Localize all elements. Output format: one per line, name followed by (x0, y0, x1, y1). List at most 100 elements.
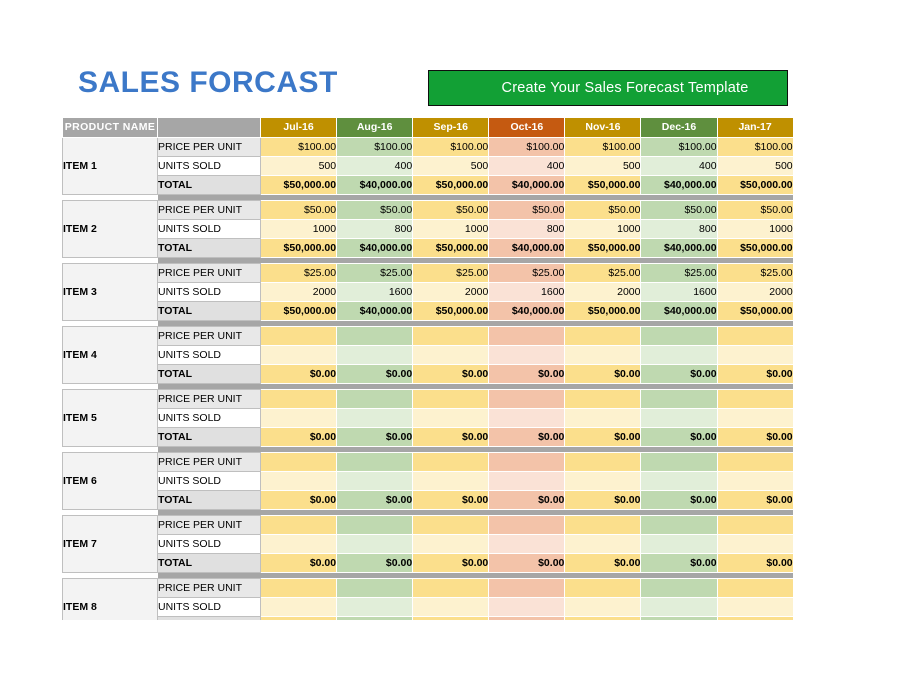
cell-price[interactable]: $50.00 (640, 200, 718, 220)
cell-price[interactable] (564, 389, 642, 409)
cell-price[interactable] (488, 578, 566, 598)
cell-total[interactable]: $0.00 (716, 427, 794, 447)
cell-total[interactable]: $0.00 (640, 490, 718, 510)
cell-units[interactable]: 400 (640, 156, 718, 176)
cell-total[interactable]: $50,000.00 (564, 175, 642, 195)
cell-total[interactable]: $0.00 (336, 553, 414, 573)
cell-units[interactable] (336, 408, 414, 428)
cell-units[interactable] (640, 597, 718, 617)
cell-total[interactable]: $40,000.00 (336, 238, 414, 258)
cell-price[interactable] (336, 578, 414, 598)
create-template-button[interactable]: Create Your Sales Forecast Template (428, 70, 788, 106)
cell-price[interactable] (412, 515, 490, 535)
cell-price[interactable] (336, 389, 414, 409)
cell-units[interactable] (412, 471, 490, 491)
cell-price[interactable] (259, 578, 338, 598)
item-name-cell[interactable]: ITEM 1 (62, 137, 158, 195)
cell-price[interactable]: $100.00 (564, 137, 642, 157)
cell-total[interactable]: $50,000.00 (412, 175, 490, 195)
cell-units[interactable] (412, 534, 490, 554)
cell-total[interactable]: $0.00 (336, 364, 414, 384)
cell-price[interactable]: $25.00 (336, 263, 414, 283)
cell-total[interactable]: $40,000.00 (488, 175, 566, 195)
cell-total[interactable]: $0.00 (640, 364, 718, 384)
cell-total[interactable]: $0.00 (412, 490, 490, 510)
cell-units[interactable]: 500 (412, 156, 490, 176)
cell-total[interactable]: $50,000.00 (259, 175, 338, 195)
cell-total[interactable]: $40,000.00 (336, 175, 414, 195)
cell-price[interactable] (640, 452, 718, 472)
cell-units[interactable] (640, 408, 718, 428)
cell-price[interactable] (716, 452, 794, 472)
cell-units[interactable]: 800 (336, 219, 414, 239)
cell-total[interactable]: $0.00 (640, 427, 718, 447)
cell-total[interactable]: $0.00 (412, 427, 490, 447)
cell-units[interactable] (259, 345, 338, 365)
cell-total[interactable]: $0.00 (564, 427, 642, 447)
cell-units[interactable]: 500 (259, 156, 338, 176)
cell-units[interactable] (259, 534, 338, 554)
cell-units[interactable] (336, 534, 414, 554)
cell-price[interactable] (716, 578, 794, 598)
cell-units[interactable]: 1000 (412, 219, 490, 239)
cell-units[interactable] (716, 471, 794, 491)
cell-total[interactable]: $40,000.00 (640, 301, 718, 321)
cell-total[interactable]: $50,000.00 (716, 238, 794, 258)
cell-total[interactable]: $0.00 (564, 364, 642, 384)
cell-price[interactable] (336, 515, 414, 535)
cell-price[interactable]: $25.00 (564, 263, 642, 283)
cell-total[interactable]: $0.00 (564, 553, 642, 573)
cell-price[interactable] (259, 452, 338, 472)
cell-total[interactable]: $0.00 (640, 553, 718, 573)
cell-price[interactable] (488, 326, 566, 346)
cell-total[interactable]: $0.00 (412, 553, 490, 573)
cell-units[interactable] (564, 408, 642, 428)
cell-price[interactable]: $50.00 (716, 200, 794, 220)
cell-price[interactable] (488, 452, 566, 472)
cell-price[interactable] (564, 452, 642, 472)
cell-units[interactable] (564, 597, 642, 617)
cell-units[interactable]: 1600 (488, 282, 566, 302)
cell-units[interactable]: 400 (488, 156, 566, 176)
cell-units[interactable]: 2000 (412, 282, 490, 302)
cell-units[interactable] (640, 345, 718, 365)
cell-price[interactable] (564, 326, 642, 346)
cell-price[interactable] (564, 578, 642, 598)
cell-units[interactable] (564, 471, 642, 491)
cell-price[interactable]: $100.00 (640, 137, 718, 157)
cell-total[interactable]: $0.00 (336, 427, 414, 447)
cell-price[interactable]: $100.00 (336, 137, 414, 157)
cell-units[interactable] (259, 408, 338, 428)
cell-total[interactable]: $0.00 (412, 364, 490, 384)
cell-price[interactable]: $50.00 (336, 200, 414, 220)
cell-total[interactable]: $50,000.00 (259, 238, 338, 258)
cell-units[interactable] (488, 408, 566, 428)
cell-total[interactable]: $0.00 (716, 490, 794, 510)
cell-units[interactable]: 1000 (716, 219, 794, 239)
cell-total[interactable]: $0.00 (488, 427, 566, 447)
cell-units[interactable] (336, 345, 414, 365)
item-name-cell[interactable]: ITEM 6 (62, 452, 158, 510)
cell-units[interactable]: 500 (564, 156, 642, 176)
cell-price[interactable] (412, 578, 490, 598)
cell-units[interactable]: 800 (640, 219, 718, 239)
cell-total[interactable]: $0.00 (259, 553, 338, 573)
cell-units[interactable] (488, 345, 566, 365)
cell-units[interactable]: 1000 (564, 219, 642, 239)
cell-price[interactable]: $25.00 (716, 263, 794, 283)
cell-total[interactable]: $40,000.00 (488, 238, 566, 258)
cell-units[interactable] (716, 408, 794, 428)
cell-total[interactable]: $50,000.00 (259, 301, 338, 321)
cell-total[interactable]: $0.00 (488, 490, 566, 510)
cell-total[interactable]: $0.00 (564, 490, 642, 510)
cell-price[interactable] (336, 452, 414, 472)
cell-units[interactable] (488, 597, 566, 617)
cell-units[interactable]: 500 (716, 156, 794, 176)
cell-price[interactable] (259, 389, 338, 409)
cell-units[interactable]: 2000 (564, 282, 642, 302)
cell-price[interactable]: $100.00 (412, 137, 490, 157)
cell-total[interactable]: $40,000.00 (640, 175, 718, 195)
cell-price[interactable] (259, 326, 338, 346)
cell-units[interactable]: 1000 (259, 219, 338, 239)
cell-price[interactable] (716, 389, 794, 409)
